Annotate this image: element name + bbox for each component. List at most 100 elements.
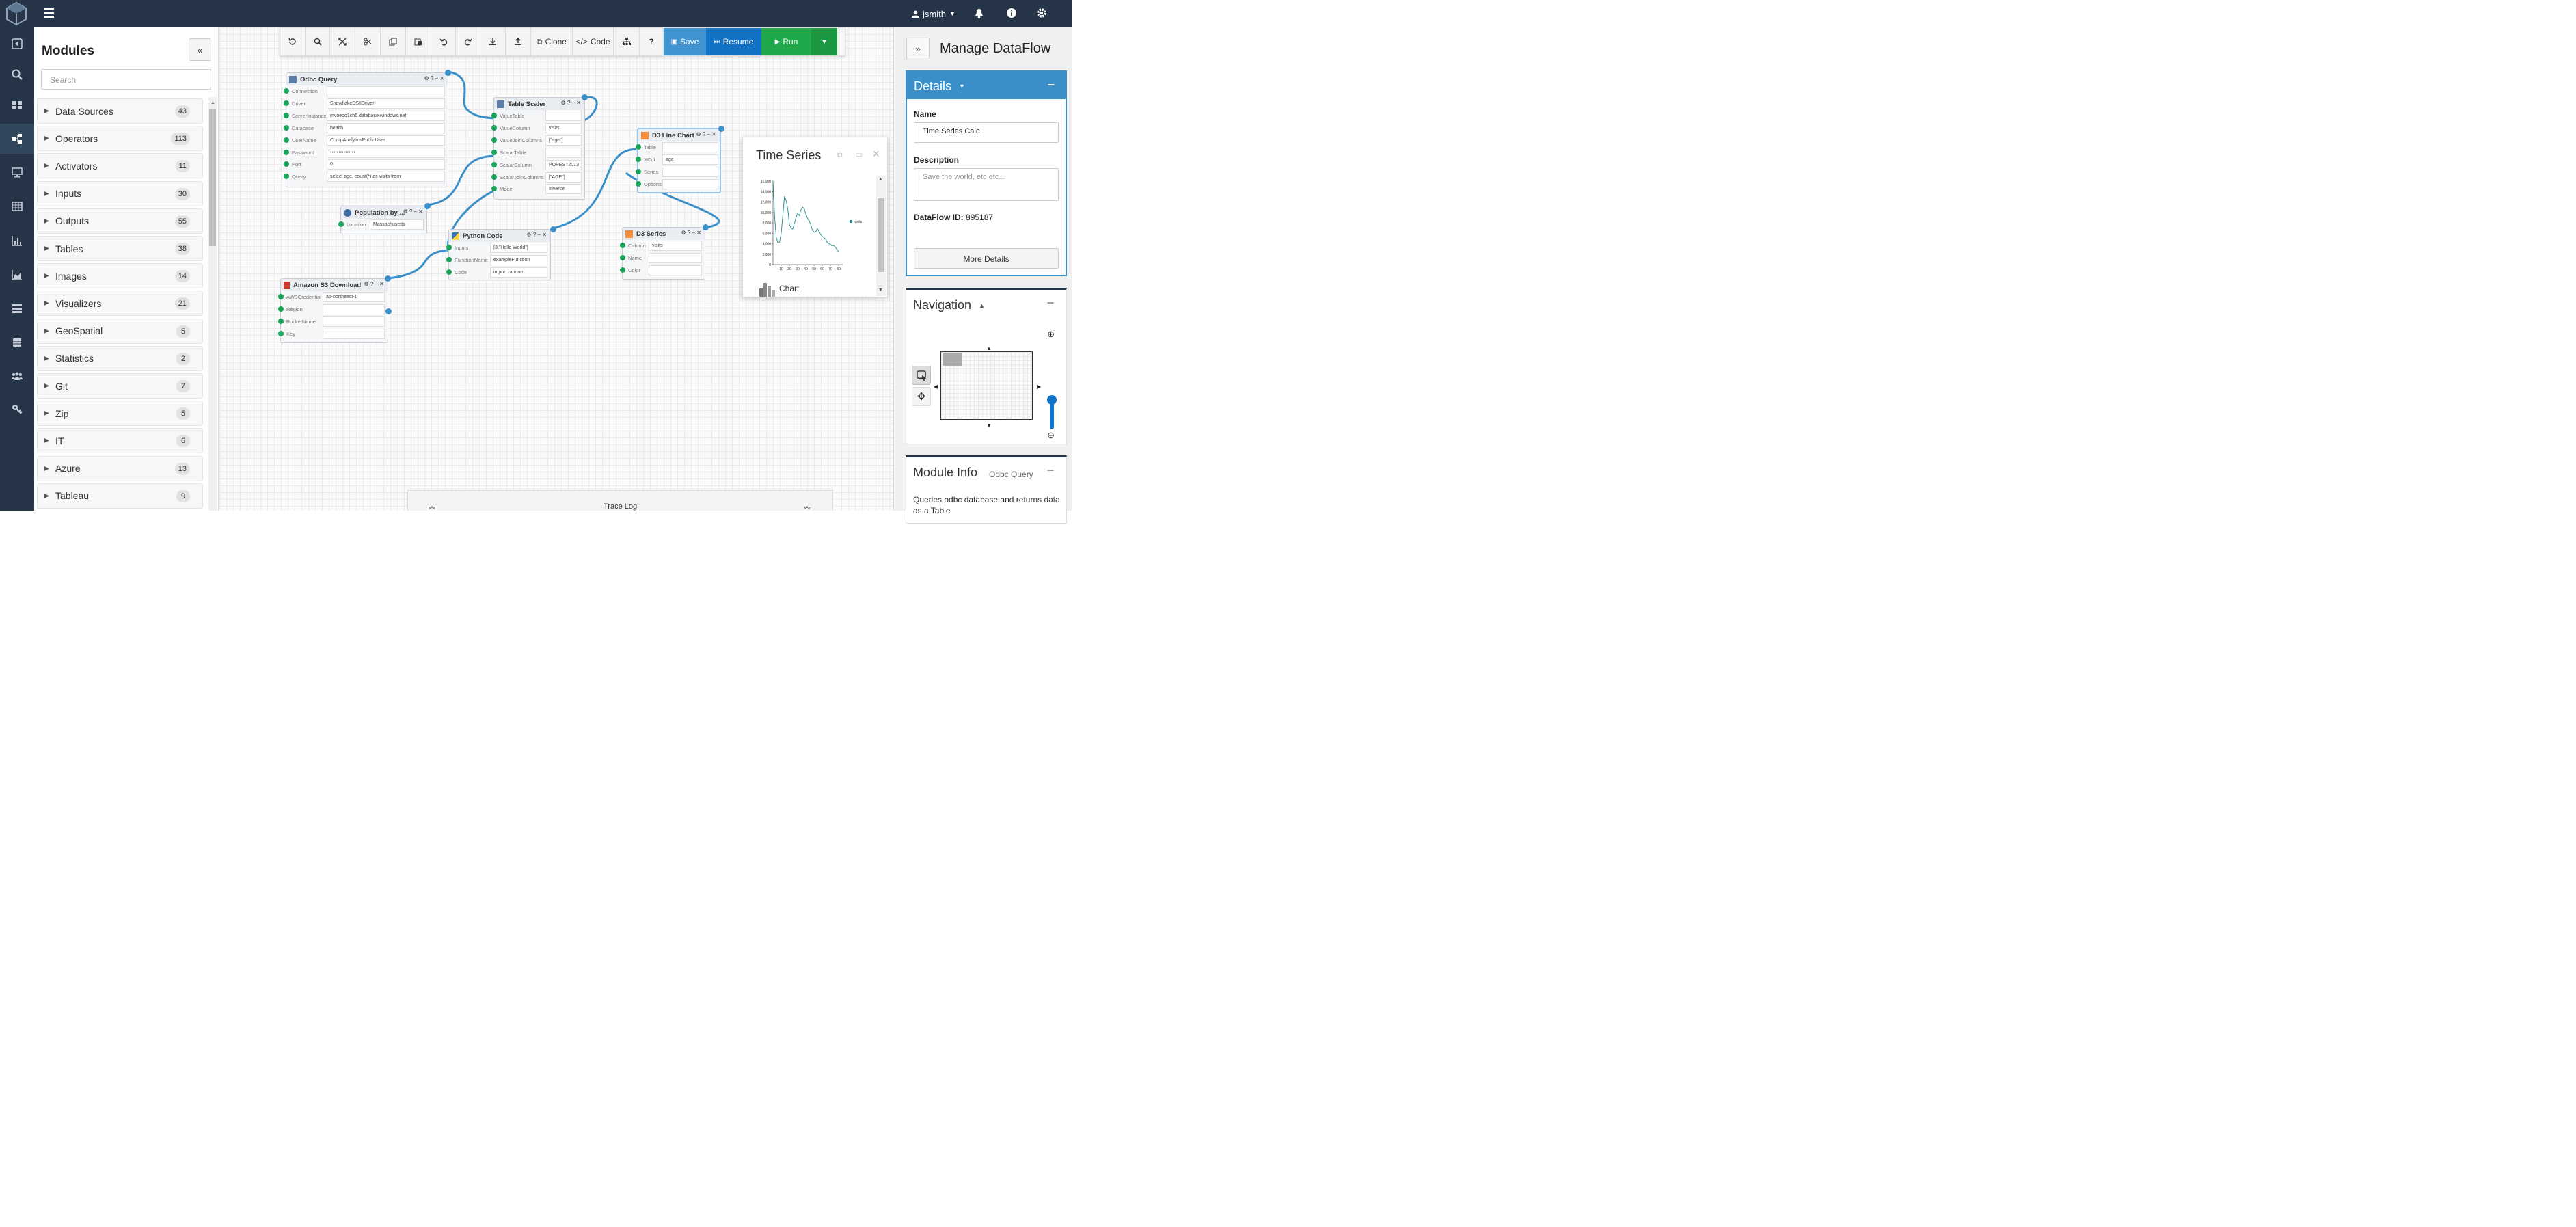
minimize-icon[interactable]: – [1048, 77, 1055, 92]
input-port[interactable] [491, 137, 497, 143]
more-details-button[interactable]: More Details [914, 248, 1059, 269]
input-port[interactable] [284, 161, 289, 167]
module-category-inputs[interactable]: ▶ Inputs 30 [37, 180, 203, 206]
module-category-geospatial[interactable]: ▶ GeoSpatial 5 [37, 318, 203, 344]
nav-bar-chart-icon[interactable] [0, 226, 34, 256]
node-python-code[interactable]: Python Code ⚙ ? – ✕ Inputs [3,"Hello Worl… [446, 226, 556, 280]
param-value[interactable]: ap-northeast-1 [323, 292, 385, 302]
input-port[interactable] [446, 269, 452, 275]
module-category-images[interactable]: ▶ Images 14 [37, 263, 203, 289]
output-port[interactable] [703, 224, 709, 230]
module-category-git[interactable]: ▶ Git 7 [37, 373, 203, 399]
node-odbc-query[interactable]: Odbc Query ⚙ ? – ✕ Connection Driver Snowf… [284, 70, 451, 187]
input-port[interactable] [284, 137, 289, 143]
node-table-scaler[interactable]: Table Scaler ⚙ ? – ✕ ValueTable ValueColu… [491, 94, 588, 200]
param-value[interactable]: ["age"] [545, 135, 582, 146]
param-value[interactable]: import random [490, 267, 547, 278]
trace-log-bar[interactable]: ︽ Trace Log ︽ [407, 490, 833, 511]
module-category-tableau[interactable]: ▶ Tableau 9 [37, 483, 203, 509]
node-controls[interactable]: ⚙ ? – ✕ [364, 281, 384, 287]
pan-tool-button[interactable]: ✥ [912, 387, 931, 406]
node-d3-series[interactable]: D3 Series ⚙ ? – ✕ Column visits Name Color [620, 224, 709, 280]
popout-icon[interactable]: ⧉ [837, 150, 843, 160]
input-port[interactable] [284, 112, 289, 118]
zoom-in-icon[interactable]: ⊕ [1047, 329, 1055, 340]
module-category-zip[interactable]: ▶ Zip 5 [37, 401, 203, 427]
param-value[interactable] [545, 147, 582, 158]
param-value[interactable] [649, 253, 702, 263]
module-category-it[interactable]: ▶ IT 6 [37, 428, 203, 454]
module-category-operators[interactable]: ▶ Operators 113 [37, 126, 203, 152]
param-value[interactable]: Inverse [545, 184, 582, 195]
param-value[interactable]: select age, count(*) as visits from [327, 172, 445, 183]
param-value[interactable]: mvoeqq1ch5.database.windows.net [327, 110, 445, 121]
module-category-azure[interactable]: ▶ Azure 13 [37, 455, 203, 481]
param-value[interactable] [649, 265, 702, 275]
param-value[interactable]: exampleFunction [490, 255, 547, 265]
description-textarea[interactable]: Save the world, etc etc... [914, 168, 1059, 201]
input-port[interactable] [284, 88, 289, 94]
param-value[interactable] [662, 142, 718, 152]
scrollbar-thumb[interactable] [878, 198, 884, 272]
minimap-viewport[interactable] [943, 353, 962, 366]
node-controls[interactable]: ⚙ ? – ✕ [561, 100, 581, 106]
param-value[interactable] [323, 316, 385, 327]
module-category-tables[interactable]: ▶ Tables 38 [37, 236, 203, 261]
nav-left-arrow-icon[interactable]: ◀ [934, 383, 938, 390]
input-port[interactable] [636, 144, 641, 150]
zoom-out-icon[interactable]: ⊖ [1047, 430, 1055, 441]
output-port[interactable] [582, 94, 588, 100]
param-value[interactable]: visits [545, 122, 582, 133]
param-value[interactable]: [3,"Hello World"] [490, 243, 547, 253]
node-amazon-s3-download[interactable]: Amazon S3 Download ⚙ ? – ✕ AWSCredential… [278, 275, 392, 343]
node-controls[interactable]: ⚙ ? – ✕ [681, 230, 701, 236]
info-icon[interactable] [1007, 8, 1016, 21]
time-series-window[interactable]: Time Series ⧉ ▭ ✕ 0 2,000 4,000 6,000 8,000 1… [742, 137, 888, 297]
input-port[interactable] [636, 157, 641, 162]
zoom-slider[interactable] [1047, 345, 1057, 429]
input-port[interactable] [491, 174, 497, 180]
input-port[interactable] [284, 100, 289, 106]
scrollbar-thumb[interactable] [209, 109, 216, 246]
input-port[interactable] [278, 306, 284, 312]
input-port[interactable] [491, 124, 497, 131]
nav-area-chart-icon[interactable] [0, 260, 34, 290]
double-chevron-up-icon[interactable]: ︽ [804, 500, 811, 511]
output-port[interactable] [424, 203, 431, 209]
name-input[interactable]: Time Series Calc [914, 122, 1059, 143]
select-tool-button[interactable] [912, 366, 931, 385]
scroll-up-icon[interactable]: ▲ [878, 177, 883, 182]
output-port[interactable] [385, 275, 391, 282]
nav-list-icon[interactable] [0, 293, 34, 323]
zoom-slider-handle[interactable] [1047, 395, 1057, 405]
input-port[interactable] [278, 331, 284, 336]
param-value[interactable]: ••••••••••••••• [327, 147, 445, 158]
scroll-up-icon[interactable]: ▲ [211, 100, 215, 105]
param-value[interactable]: visits [649, 241, 702, 251]
input-port[interactable] [278, 319, 284, 324]
node-controls[interactable]: ⚙ ? – ✕ [403, 208, 423, 215]
maximize-icon[interactable]: ▭ [855, 150, 863, 159]
nav-table-icon[interactable] [0, 191, 34, 221]
module-search-input[interactable]: Search [41, 69, 211, 90]
param-value[interactable]: 0 [327, 159, 445, 170]
module-category-data-sources[interactable]: ▶ Data Sources 43 [37, 98, 203, 124]
param-value[interactable] [662, 167, 718, 177]
input-port[interactable] [446, 245, 452, 250]
nav-search-icon[interactable] [0, 59, 34, 90]
nav-database-icon[interactable] [0, 327, 34, 358]
node-controls[interactable]: ⚙ ? – ✕ [424, 75, 444, 81]
app-logo[interactable] [5, 1, 27, 26]
nav-users-icon[interactable] [0, 361, 34, 391]
param-value[interactable] [323, 329, 385, 339]
details-header[interactable]: Details ▼ – [907, 72, 1066, 99]
output-port[interactable] [445, 70, 451, 76]
node-population[interactable]: Population by ... ⚙ ? – ✕ Location Massac… [338, 203, 431, 234]
double-chevron-up-icon[interactable]: ︽ [429, 500, 435, 511]
bell-icon[interactable] [974, 8, 984, 22]
input-port[interactable] [284, 149, 289, 155]
param-value[interactable] [327, 86, 445, 96]
node-controls[interactable]: ⚙ ? – ✕ [527, 232, 547, 238]
node-d3-line-chart[interactable]: D3 Line Chart ⚙ ? – ✕ Table XCol age Series… [636, 126, 724, 193]
nav-desktop-icon[interactable] [0, 157, 34, 187]
